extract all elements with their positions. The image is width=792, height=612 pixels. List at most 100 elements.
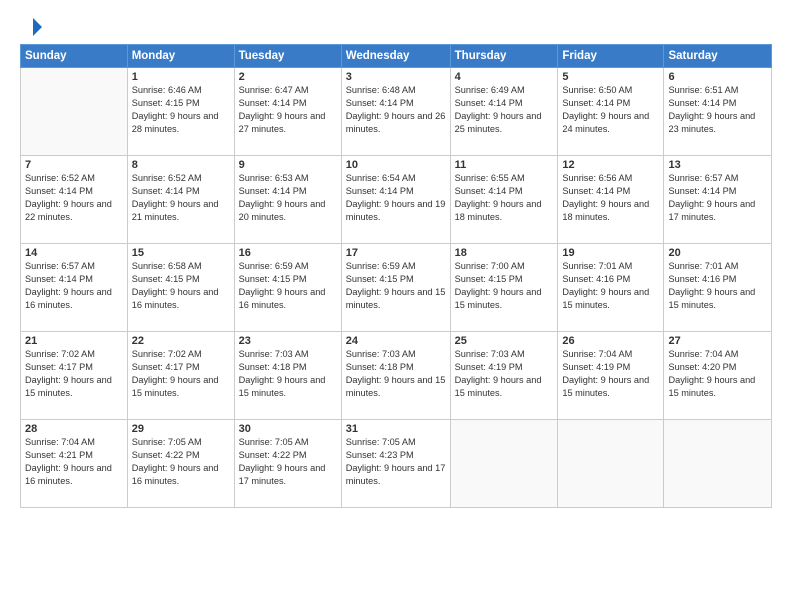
- day-info: Sunrise: 7:03 AMSunset: 4:18 PMDaylight:…: [239, 348, 337, 400]
- day-number: 18: [455, 247, 554, 259]
- calendar-day-cell: 24Sunrise: 7:03 AMSunset: 4:18 PMDayligh…: [341, 332, 450, 420]
- day-number: 28: [25, 423, 123, 435]
- weekday-header-row: SundayMondayTuesdayWednesdayThursdayFrid…: [21, 45, 772, 68]
- calendar-day-cell: [664, 420, 772, 508]
- day-info: Sunrise: 6:52 AMSunset: 4:14 PMDaylight:…: [25, 172, 123, 224]
- day-info: Sunrise: 6:52 AMSunset: 4:14 PMDaylight:…: [132, 172, 230, 224]
- day-info: Sunrise: 7:01 AMSunset: 4:16 PMDaylight:…: [668, 260, 767, 312]
- day-info: Sunrise: 6:49 AMSunset: 4:14 PMDaylight:…: [455, 84, 554, 136]
- day-number: 25: [455, 335, 554, 347]
- calendar-day-cell: 5Sunrise: 6:50 AMSunset: 4:14 PMDaylight…: [558, 68, 664, 156]
- calendar-day-cell: 21Sunrise: 7:02 AMSunset: 4:17 PMDayligh…: [21, 332, 128, 420]
- calendar-day-cell: 1Sunrise: 6:46 AMSunset: 4:15 PMDaylight…: [127, 68, 234, 156]
- logo: [20, 16, 44, 34]
- logo-flag-icon: [22, 16, 44, 38]
- day-number: 3: [346, 71, 446, 83]
- calendar-day-cell: 12Sunrise: 6:56 AMSunset: 4:14 PMDayligh…: [558, 156, 664, 244]
- day-number: 10: [346, 159, 446, 171]
- day-number: 31: [346, 423, 446, 435]
- day-number: 21: [25, 335, 123, 347]
- calendar-day-cell: 9Sunrise: 6:53 AMSunset: 4:14 PMDaylight…: [234, 156, 341, 244]
- page: SundayMondayTuesdayWednesdayThursdayFrid…: [0, 0, 792, 612]
- day-info: Sunrise: 6:56 AMSunset: 4:14 PMDaylight:…: [562, 172, 659, 224]
- day-info: Sunrise: 6:59 AMSunset: 4:15 PMDaylight:…: [239, 260, 337, 312]
- day-info: Sunrise: 6:59 AMSunset: 4:15 PMDaylight:…: [346, 260, 446, 312]
- day-info: Sunrise: 7:00 AMSunset: 4:15 PMDaylight:…: [455, 260, 554, 312]
- day-number: 23: [239, 335, 337, 347]
- weekday-header-monday: Monday: [127, 45, 234, 68]
- day-info: Sunrise: 7:02 AMSunset: 4:17 PMDaylight:…: [132, 348, 230, 400]
- day-number: 2: [239, 71, 337, 83]
- calendar-day-cell: 26Sunrise: 7:04 AMSunset: 4:19 PMDayligh…: [558, 332, 664, 420]
- calendar-day-cell: 23Sunrise: 7:03 AMSunset: 4:18 PMDayligh…: [234, 332, 341, 420]
- calendar-week-5: 28Sunrise: 7:04 AMSunset: 4:21 PMDayligh…: [21, 420, 772, 508]
- day-info: Sunrise: 6:58 AMSunset: 4:15 PMDaylight:…: [132, 260, 230, 312]
- day-number: 16: [239, 247, 337, 259]
- calendar-day-cell: 8Sunrise: 6:52 AMSunset: 4:14 PMDaylight…: [127, 156, 234, 244]
- day-info: Sunrise: 7:05 AMSunset: 4:22 PMDaylight:…: [132, 436, 230, 488]
- calendar-day-cell: 7Sunrise: 6:52 AMSunset: 4:14 PMDaylight…: [21, 156, 128, 244]
- calendar-week-1: 1Sunrise: 6:46 AMSunset: 4:15 PMDaylight…: [21, 68, 772, 156]
- day-number: 1: [132, 71, 230, 83]
- day-info: Sunrise: 7:01 AMSunset: 4:16 PMDaylight:…: [562, 260, 659, 312]
- calendar-day-cell: 22Sunrise: 7:02 AMSunset: 4:17 PMDayligh…: [127, 332, 234, 420]
- calendar-day-cell: 11Sunrise: 6:55 AMSunset: 4:14 PMDayligh…: [450, 156, 558, 244]
- day-number: 5: [562, 71, 659, 83]
- calendar-day-cell: [558, 420, 664, 508]
- weekday-header-thursday: Thursday: [450, 45, 558, 68]
- weekday-header-friday: Friday: [558, 45, 664, 68]
- day-info: Sunrise: 7:03 AMSunset: 4:19 PMDaylight:…: [455, 348, 554, 400]
- day-number: 26: [562, 335, 659, 347]
- day-info: Sunrise: 7:02 AMSunset: 4:17 PMDaylight:…: [25, 348, 123, 400]
- day-info: Sunrise: 6:54 AMSunset: 4:14 PMDaylight:…: [346, 172, 446, 224]
- calendar-day-cell: 10Sunrise: 6:54 AMSunset: 4:14 PMDayligh…: [341, 156, 450, 244]
- weekday-header-wednesday: Wednesday: [341, 45, 450, 68]
- day-info: Sunrise: 6:47 AMSunset: 4:14 PMDaylight:…: [239, 84, 337, 136]
- day-info: Sunrise: 6:46 AMSunset: 4:15 PMDaylight:…: [132, 84, 230, 136]
- calendar-week-2: 7Sunrise: 6:52 AMSunset: 4:14 PMDaylight…: [21, 156, 772, 244]
- day-number: 9: [239, 159, 337, 171]
- header: [20, 16, 772, 34]
- calendar-day-cell: 20Sunrise: 7:01 AMSunset: 4:16 PMDayligh…: [664, 244, 772, 332]
- weekday-header-saturday: Saturday: [664, 45, 772, 68]
- calendar-day-cell: 29Sunrise: 7:05 AMSunset: 4:22 PMDayligh…: [127, 420, 234, 508]
- calendar-day-cell: 17Sunrise: 6:59 AMSunset: 4:15 PMDayligh…: [341, 244, 450, 332]
- day-info: Sunrise: 6:55 AMSunset: 4:14 PMDaylight:…: [455, 172, 554, 224]
- calendar-day-cell: 31Sunrise: 7:05 AMSunset: 4:23 PMDayligh…: [341, 420, 450, 508]
- day-number: 24: [346, 335, 446, 347]
- day-number: 12: [562, 159, 659, 171]
- calendar-day-cell: 14Sunrise: 6:57 AMSunset: 4:14 PMDayligh…: [21, 244, 128, 332]
- calendar-day-cell: 30Sunrise: 7:05 AMSunset: 4:22 PMDayligh…: [234, 420, 341, 508]
- calendar-day-cell: 15Sunrise: 6:58 AMSunset: 4:15 PMDayligh…: [127, 244, 234, 332]
- calendar-day-cell: 6Sunrise: 6:51 AMSunset: 4:14 PMDaylight…: [664, 68, 772, 156]
- day-number: 29: [132, 423, 230, 435]
- weekday-header-tuesday: Tuesday: [234, 45, 341, 68]
- day-number: 30: [239, 423, 337, 435]
- calendar-day-cell: 3Sunrise: 6:48 AMSunset: 4:14 PMDaylight…: [341, 68, 450, 156]
- day-number: 11: [455, 159, 554, 171]
- weekday-header-sunday: Sunday: [21, 45, 128, 68]
- calendar-day-cell: 25Sunrise: 7:03 AMSunset: 4:19 PMDayligh…: [450, 332, 558, 420]
- calendar-week-3: 14Sunrise: 6:57 AMSunset: 4:14 PMDayligh…: [21, 244, 772, 332]
- day-number: 6: [668, 71, 767, 83]
- calendar-day-cell: 16Sunrise: 6:59 AMSunset: 4:15 PMDayligh…: [234, 244, 341, 332]
- day-info: Sunrise: 7:04 AMSunset: 4:19 PMDaylight:…: [562, 348, 659, 400]
- day-number: 17: [346, 247, 446, 259]
- calendar-day-cell: 19Sunrise: 7:01 AMSunset: 4:16 PMDayligh…: [558, 244, 664, 332]
- calendar-day-cell: [450, 420, 558, 508]
- day-number: 14: [25, 247, 123, 259]
- calendar-week-4: 21Sunrise: 7:02 AMSunset: 4:17 PMDayligh…: [21, 332, 772, 420]
- calendar-day-cell: 28Sunrise: 7:04 AMSunset: 4:21 PMDayligh…: [21, 420, 128, 508]
- day-number: 19: [562, 247, 659, 259]
- day-info: Sunrise: 7:04 AMSunset: 4:21 PMDaylight:…: [25, 436, 123, 488]
- day-info: Sunrise: 6:57 AMSunset: 4:14 PMDaylight:…: [668, 172, 767, 224]
- calendar-day-cell: 4Sunrise: 6:49 AMSunset: 4:14 PMDaylight…: [450, 68, 558, 156]
- day-info: Sunrise: 7:05 AMSunset: 4:22 PMDaylight:…: [239, 436, 337, 488]
- day-number: 20: [668, 247, 767, 259]
- day-number: 15: [132, 247, 230, 259]
- day-number: 27: [668, 335, 767, 347]
- day-number: 7: [25, 159, 123, 171]
- calendar-day-cell: 27Sunrise: 7:04 AMSunset: 4:20 PMDayligh…: [664, 332, 772, 420]
- calendar-day-cell: 2Sunrise: 6:47 AMSunset: 4:14 PMDaylight…: [234, 68, 341, 156]
- day-info: Sunrise: 6:48 AMSunset: 4:14 PMDaylight:…: [346, 84, 446, 136]
